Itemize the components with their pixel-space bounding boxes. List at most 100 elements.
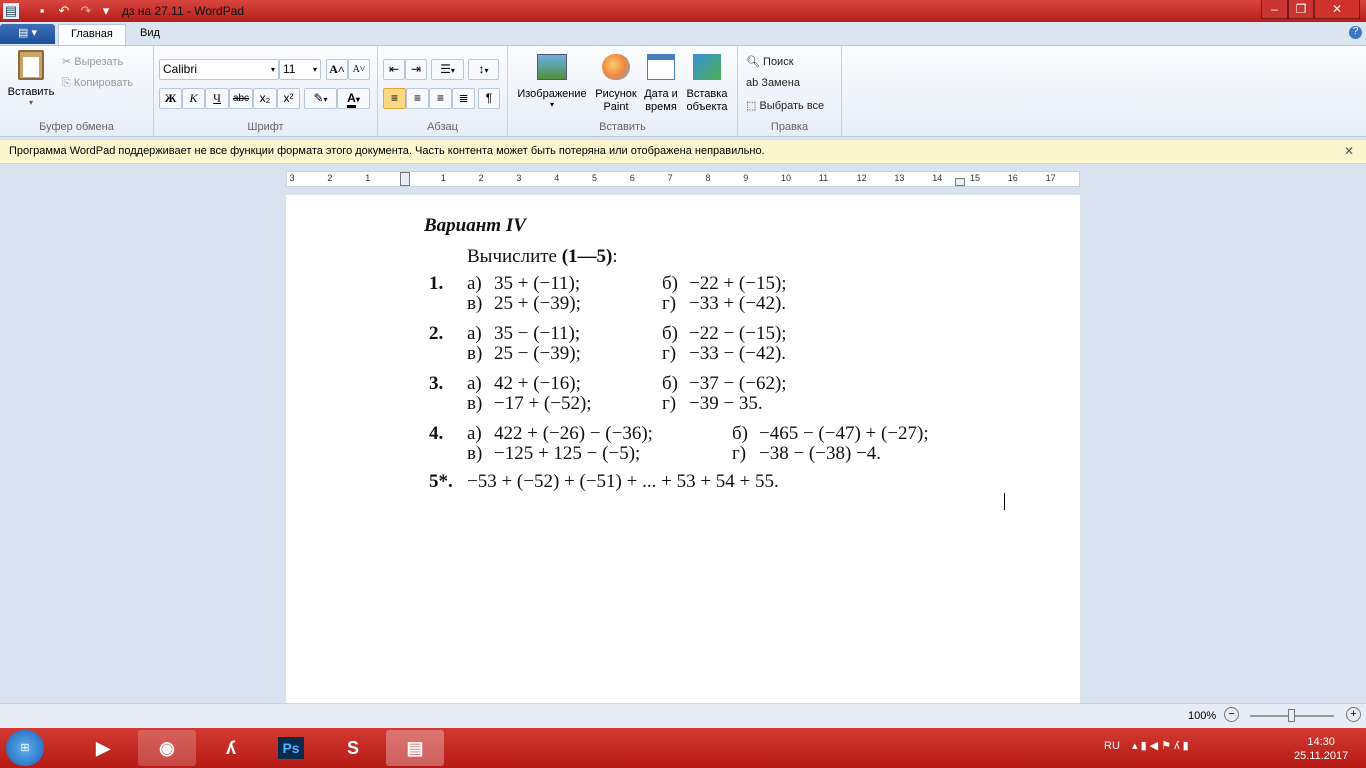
item-label: в) [467, 343, 483, 364]
tab-home[interactable]: Главная [58, 24, 126, 45]
ruler[interactable]: 3 2 1 1 2 3 4 5 6 7 8 9 10 11 12 13 14 15 16 17 [286, 171, 1080, 187]
item-label: г) [662, 293, 677, 314]
italic-button[interactable]: К [182, 88, 205, 109]
ruler-label: 17 [1045, 173, 1056, 183]
subscript-button[interactable]: x₂ [253, 88, 277, 109]
expression: −22 − (−15); [689, 323, 787, 344]
item-label: а) [467, 373, 482, 394]
scissors-icon: ✂ [62, 56, 75, 68]
wordpad-taskbar-icon[interactable]: ▤ [386, 730, 444, 766]
strikethrough-button[interactable]: abc [229, 88, 253, 109]
expression: 35 + (−11); [494, 273, 581, 294]
ruler-label: 12 [856, 173, 867, 183]
zoom-slider-thumb[interactable] [1288, 709, 1295, 722]
expression: 35 − (−11); [494, 323, 581, 344]
tab-view[interactable]: Вид [128, 24, 172, 45]
indent-marker[interactable] [400, 172, 410, 186]
highlighter-icon: ✎ [313, 91, 324, 105]
item-label: б) [662, 373, 678, 394]
line-spacing-button[interactable]: ↕▾ [468, 59, 499, 80]
info-bar-close-icon[interactable]: ✕ [1344, 144, 1354, 158]
copy-button[interactable]: ⎘ Копировать [62, 77, 133, 90]
ruler-label: 9 [743, 173, 749, 183]
ribbon: Вставить ▾ ✂ Вырезать ⎘ Копировать Буфер… [0, 45, 1366, 137]
expression: −33 + (−42). [689, 293, 787, 314]
grow-font-button[interactable]: A˄ [326, 59, 348, 80]
replace-icon: ab [746, 77, 762, 89]
right-indent-marker[interactable] [955, 178, 965, 186]
shrink-font-button[interactable]: A˅ [348, 59, 370, 80]
photoshop-taskbar-icon[interactable]: Ps [262, 730, 320, 766]
clock[interactable]: 14:30 25.11.2017 [1294, 735, 1348, 763]
font-group-label: Шрифт [247, 121, 284, 133]
problem-number: 5*. [429, 471, 453, 492]
expression: −33 − (−42). [689, 343, 787, 364]
zoom-in-button[interactable]: + [1346, 707, 1361, 722]
font-size-select[interactable]: 11 ▾ [279, 59, 321, 80]
skype-taskbar-icon[interactable]: S [324, 730, 382, 766]
expression: 42 + (−16); [494, 373, 581, 394]
minimize-button[interactable]: – [1261, 0, 1288, 19]
expression: 422 + (−26) − (−36); [494, 423, 653, 444]
zoom-level: 100% [1188, 710, 1217, 722]
customize-quick-access-icon[interactable]: ▾ [98, 3, 114, 19]
expression: −37 − (−62); [689, 373, 787, 394]
expression: −38 − (−38) −4. [759, 443, 882, 464]
align-left-button[interactable]: ≡ [383, 88, 406, 109]
paint-drawing-button[interactable]: Рисунок Paint [594, 54, 638, 114]
insert-object-button[interactable]: Вставка объекта [684, 54, 730, 114]
media-player-taskbar-icon[interactable]: ▶ [74, 730, 132, 766]
paragraph-group: ⇤ ⇥ ☰▾ ↕▾ ≡ ≡ ≡ ≣ ¶ Абзац [378, 46, 508, 136]
redo-icon[interactable]: ↷ [78, 3, 94, 19]
title-bar: ▤ ▪ ↶ ↷ ▾ дз на 27.11 - WordPad – ❐ ✕ [0, 0, 1366, 22]
highlight-color-button[interactable]: ✎▾ [304, 88, 337, 109]
justify-button[interactable]: ≣ [452, 88, 475, 109]
find-button[interactable]: 🔍︎ Поиск [746, 55, 794, 68]
ruler-label: 10 [781, 173, 792, 183]
paragraph-settings-button[interactable]: ¶ [478, 88, 500, 109]
item-label: б) [732, 423, 748, 444]
ruler-label: 6 [629, 173, 635, 183]
start-button[interactable]: ⊞ [6, 730, 44, 766]
avira-taskbar-icon[interactable]: ʎ [202, 730, 260, 766]
expression: 25 + (−39); [494, 293, 581, 314]
clipboard-group-label: Буфер обмена [39, 121, 114, 133]
expression: −465 − (−47) + (−27); [759, 423, 929, 444]
undo-icon[interactable]: ↶ [56, 3, 72, 19]
font-color-button[interactable]: A▾ [337, 88, 370, 109]
align-center-button[interactable]: ≡ [406, 88, 429, 109]
align-right-button[interactable]: ≡ [429, 88, 452, 109]
zoom-out-button[interactable]: − [1224, 707, 1239, 722]
decrease-indent-button[interactable]: ⇤ [383, 59, 405, 80]
clipboard-icon [18, 50, 44, 80]
select-all-button[interactable]: ⬚ Выбрать все [746, 99, 824, 112]
font-family-select[interactable]: Calibri ▾ [159, 59, 279, 80]
document-page[interactable]: Вариант IV Вычислите (1—5): 1. а) 35 + (−1… [286, 195, 1080, 703]
replace-button[interactable]: ab Замена [746, 77, 800, 89]
item-label: а) [467, 323, 482, 344]
chrome-taskbar-icon[interactable]: ◉ [138, 730, 196, 766]
font-group: Calibri ▾ 11 ▾ A˄ A˅ Ж К Ч abc x₂ x² ✎▾ A▾… [154, 46, 378, 136]
insert-image-button[interactable]: Изображение ▾ [514, 54, 590, 109]
save-icon[interactable]: ▪ [34, 3, 50, 19]
help-icon[interactable]: ? [1349, 26, 1362, 39]
problem-number: 1. [429, 273, 444, 294]
increase-indent-button[interactable]: ⇥ [405, 59, 427, 80]
maximize-button[interactable]: ❐ [1288, 0, 1314, 19]
close-button[interactable]: ✕ [1314, 0, 1360, 19]
underline-button[interactable]: Ч [205, 88, 229, 109]
ruler-label: 5 [592, 173, 598, 183]
language-indicator[interactable]: RU [1104, 740, 1120, 752]
superscript-button[interactable]: x² [277, 88, 300, 109]
tray-icons[interactable]: ▴ ▮ ◀ ⚑ ʎ ▮ [1132, 739, 1189, 752]
paste-button[interactable]: Вставить ▾ [6, 50, 56, 107]
file-menu-button[interactable]: ▤ ▾ [0, 24, 55, 44]
editing-group-label: Правка [770, 121, 809, 133]
date-time-button[interactable]: Дата и время [640, 54, 682, 114]
bullet-list-button[interactable]: ☰▾ [431, 59, 464, 80]
bold-button[interactable]: Ж [159, 88, 182, 109]
ruler-label: 11 [818, 173, 829, 183]
problem-number: 4. [429, 423, 444, 444]
cut-button[interactable]: ✂ Вырезать [62, 55, 123, 68]
clipboard-group: Вставить ▾ ✂ Вырезать ⎘ Копировать Буфер… [0, 46, 154, 136]
